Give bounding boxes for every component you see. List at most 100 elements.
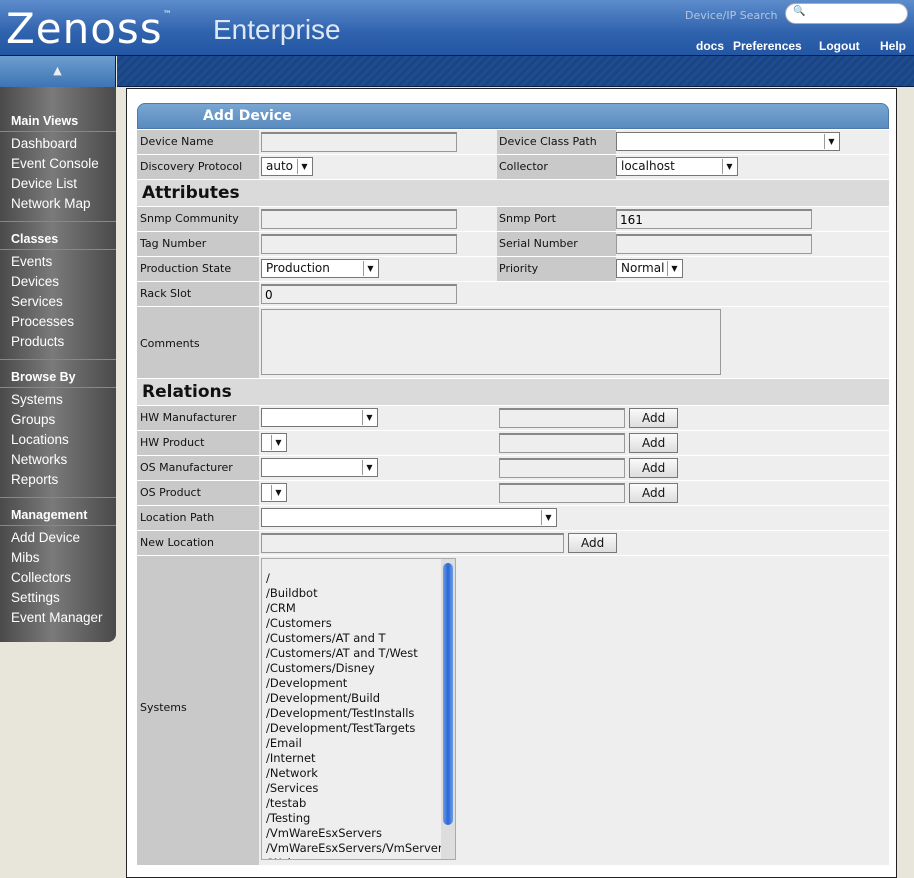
location-path-select[interactable]: ▼	[261, 508, 557, 527]
hw-product-new-input[interactable]	[499, 433, 625, 453]
snmp-community-label: Snmp Community	[137, 207, 259, 231]
serial-number-input[interactable]	[616, 234, 812, 254]
sidebar-item-devices[interactable]: Devices	[0, 273, 116, 293]
sidebar-item-groups[interactable]: Groups	[0, 411, 116, 431]
sidebar-item-processes[interactable]: Processes	[0, 313, 116, 333]
systems-option[interactable]: /VmWareEsxServers	[266, 826, 455, 841]
add-hw-manufacturer-button[interactable]: Add	[629, 408, 679, 428]
zenoss-logo[interactable]: Zenoss™	[6, 4, 173, 53]
search-label: Device/IP Search	[685, 9, 778, 22]
add-location-button[interactable]: Add	[568, 533, 618, 553]
os-manufacturer-label: OS Manufacturer	[137, 456, 259, 480]
panel-title: Add Device	[137, 103, 889, 129]
device-class-path-select[interactable]: ▼	[616, 132, 840, 151]
logout-link[interactable]: Logout	[819, 39, 860, 53]
comments-label: Comments	[137, 307, 259, 378]
relations-heading: Relations	[137, 378, 889, 405]
comments-textarea[interactable]	[261, 309, 721, 375]
os-product-select[interactable]: ▼	[261, 483, 287, 502]
sidebar-item-locations[interactable]: Locations	[0, 431, 116, 451]
edition-label: Enterprise	[213, 14, 341, 45]
scrollbar-thumb[interactable]	[443, 563, 453, 825]
serial-number-label: Serial Number	[497, 232, 616, 256]
systems-option[interactable]: /Services	[266, 781, 455, 796]
systems-label: Systems	[137, 556, 259, 865]
priority-select[interactable]: Normal ▼	[616, 259, 683, 278]
systems-option[interactable]: /Email	[266, 736, 455, 751]
chevron-down-icon: ▼	[722, 159, 736, 174]
systems-option[interactable]: /Customers/AT and T	[266, 631, 455, 646]
collector-label: Collector	[497, 155, 616, 179]
sidebar-item-event-manager[interactable]: Event Manager	[0, 609, 116, 629]
sidebar-item-dashboard[interactable]: Dashboard	[0, 135, 116, 155]
systems-option[interactable]: /Development/Build	[266, 691, 455, 706]
chevron-down-icon: ▼	[271, 485, 285, 500]
systems-option[interactable]: /Internet	[266, 751, 455, 766]
new-location-input[interactable]	[261, 533, 564, 553]
sidebar-item-systems[interactable]: Systems	[0, 391, 116, 411]
sidebar-item-mibs[interactable]: Mibs	[0, 549, 116, 569]
sidebar-section-title: Browse By	[0, 368, 116, 388]
collapse-sidebar-button[interactable]: ▲	[0, 56, 116, 87]
sidebar-item-settings[interactable]: Settings	[0, 589, 116, 609]
preferences-link[interactable]: Preferences	[733, 39, 802, 53]
header: Zenoss™ Enterprise Device/IP Search 🔍 do…	[0, 0, 914, 56]
hw-product-select[interactable]: ▼	[261, 433, 287, 452]
systems-option[interactable]: /testab	[266, 796, 455, 811]
collector-select[interactable]: localhost ▼	[616, 157, 738, 176]
add-os-product-button[interactable]: Add	[629, 483, 679, 503]
systems-option[interactable]: /Development	[266, 676, 455, 691]
sidebar: Main Views Dashboard Event Console Device L…	[0, 87, 116, 642]
sidebar-item-device-list[interactable]: Device List	[0, 175, 116, 195]
sidebar-item-events[interactable]: Events	[0, 253, 116, 273]
scrollbar[interactable]	[441, 559, 455, 859]
sidebar-item-services[interactable]: Services	[0, 293, 116, 313]
systems-option[interactable]: /Development/TestInstalls	[266, 706, 455, 721]
sidebar-item-network-map[interactable]: Network Map	[0, 195, 116, 215]
production-state-label: Production State	[137, 257, 259, 281]
os-product-new-input[interactable]	[499, 483, 625, 503]
os-manufacturer-select[interactable]: ▼	[261, 458, 378, 477]
add-os-manufacturer-button[interactable]: Add	[629, 458, 679, 478]
snmp-port-label: Snmp Port	[497, 207, 616, 231]
device-name-label: Device Name	[137, 130, 259, 154]
systems-option[interactable]: /Customers/Disney	[266, 661, 455, 676]
rack-slot-input[interactable]	[261, 284, 457, 304]
snmp-community-input[interactable]	[261, 209, 457, 229]
systems-option[interactable]: /Testing	[266, 811, 455, 826]
systems-option[interactable]: /Development/TestTargets	[266, 721, 455, 736]
production-state-select[interactable]: Production ▼	[261, 259, 379, 278]
systems-option[interactable]: /VmWareEsxServers/VmServer	[266, 841, 455, 856]
hw-manufacturer-select[interactable]: ▼	[261, 408, 378, 427]
systems-option[interactable]: /Customers/AT and T/West	[266, 646, 455, 661]
device-class-path-label: Device Class Path	[497, 130, 616, 154]
chevron-down-icon: ▼	[667, 261, 681, 276]
tag-number-input[interactable]	[261, 234, 457, 254]
systems-listbox[interactable]: //Buildbot/CRM/Customers/Customers/AT an…	[261, 558, 456, 860]
os-manufacturer-new-input[interactable]	[499, 458, 625, 478]
sidebar-item-add-device[interactable]: Add Device	[0, 529, 116, 549]
sidebar-item-products[interactable]: Products	[0, 333, 116, 353]
sidebar-item-event-console[interactable]: Event Console	[0, 155, 116, 175]
hw-manufacturer-new-input[interactable]	[499, 408, 625, 428]
discovery-protocol-select[interactable]: auto ▼	[261, 157, 313, 176]
systems-option[interactable]: /Network	[266, 766, 455, 781]
device-search-input[interactable]: 🔍	[785, 3, 908, 24]
systems-option[interactable]: /Web	[266, 856, 455, 859]
sidebar-item-reports[interactable]: Reports	[0, 471, 116, 491]
rack-slot-label: Rack Slot	[137, 282, 259, 306]
device-name-input[interactable]	[261, 132, 457, 152]
systems-option[interactable]: /CRM	[266, 601, 455, 616]
priority-label: Priority	[497, 257, 616, 281]
chevron-down-icon: ▼	[362, 460, 376, 475]
help-link[interactable]: Help	[880, 39, 906, 53]
nav-bar	[117, 56, 914, 87]
systems-option[interactable]: /	[266, 571, 455, 586]
systems-option[interactable]: /Buildbot	[266, 586, 455, 601]
systems-option[interactable]: /Customers	[266, 616, 455, 631]
sidebar-item-networks[interactable]: Networks	[0, 451, 116, 471]
sidebar-item-collectors[interactable]: Collectors	[0, 569, 116, 589]
docs-link[interactable]: docs	[696, 39, 724, 53]
add-hw-product-button[interactable]: Add	[629, 433, 679, 453]
snmp-port-input[interactable]	[616, 209, 812, 229]
